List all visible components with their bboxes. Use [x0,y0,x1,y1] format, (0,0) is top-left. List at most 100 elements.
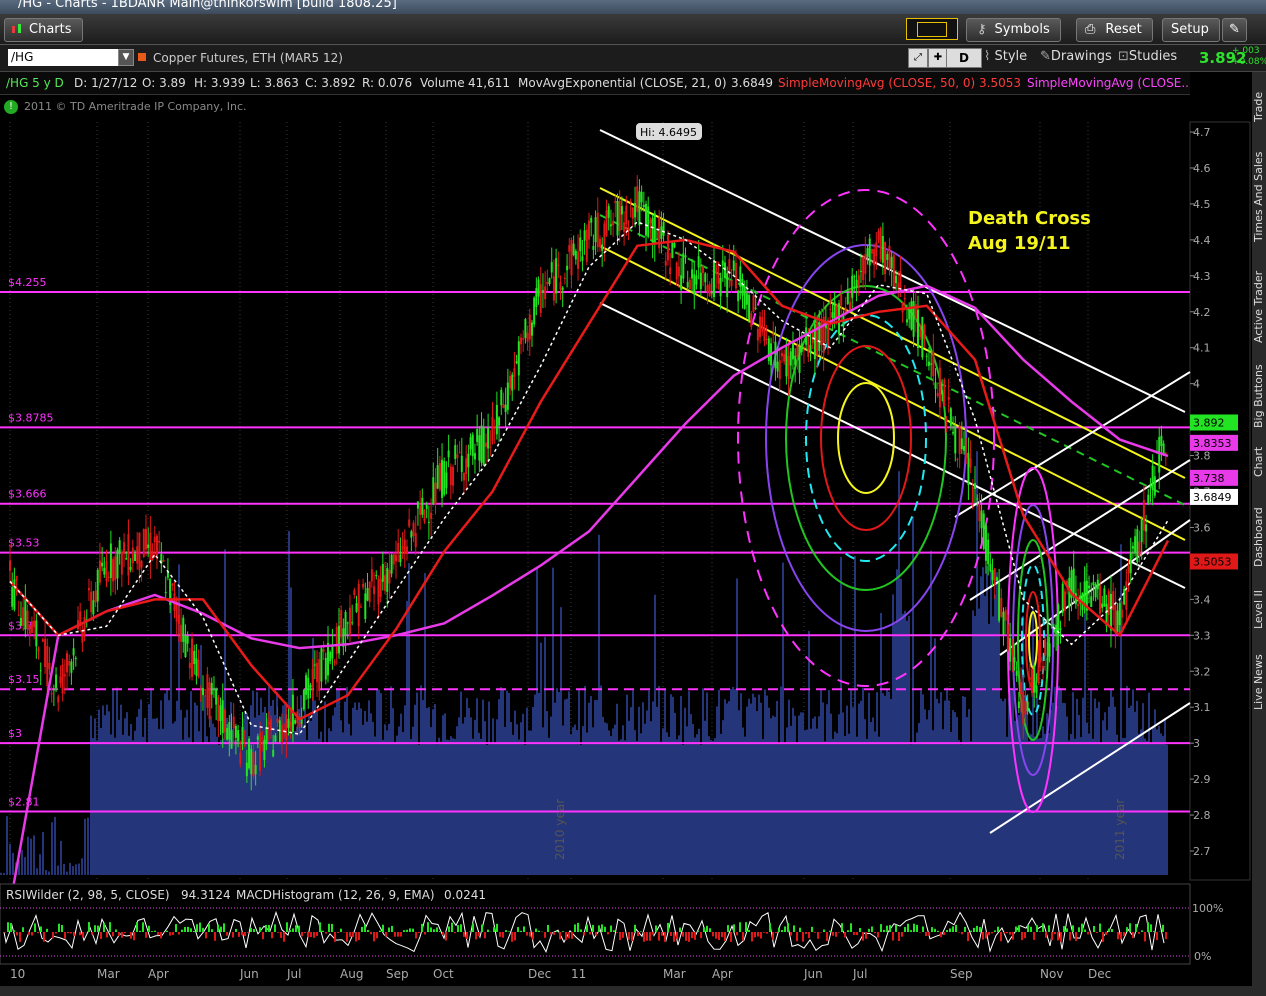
macd-histogram-bar [961,932,963,935]
macd-histogram-bar [1126,927,1128,932]
candle-body [35,620,38,647]
volume-bar [618,740,620,875]
volume-bar [502,689,504,875]
side-tab-active-trader[interactable]: Active Trader [1252,262,1266,352]
candle-body [254,765,257,775]
macd-histogram-bar [742,932,744,941]
macd-histogram-bar [907,923,909,932]
charts-tab[interactable]: Charts [4,18,83,42]
death-cross-label: Death Cross [968,208,1091,229]
candle-body [1145,524,1148,532]
reset-button[interactable]: ⎙ Reset [1076,18,1153,42]
volume-bar [424,573,426,875]
volume-bar [836,733,838,875]
drawings-button[interactable]: ✎Drawings [1040,48,1112,66]
candle-body [19,617,22,627]
volume-bar [486,744,488,875]
horizontal-scrollbar[interactable] [0,986,1252,996]
candle-body [1090,596,1093,608]
candle-body [846,292,849,305]
candle-body [809,344,812,352]
candle-body [116,549,119,579]
volume-bar [54,816,56,875]
volume-bar [386,730,388,875]
candle-body [346,622,349,624]
volume-bar [606,723,608,875]
candle-body [241,726,244,743]
side-tab-big-buttons[interactable]: Big Buttons [1252,362,1266,430]
macd-histogram-bar [700,932,702,939]
side-tab-level-ii[interactable]: Level II [1252,582,1266,637]
macd-histogram-bar [463,932,465,937]
macd-histogram-bar [958,932,960,933]
volume-bar [84,818,86,875]
candle-body [123,542,126,553]
symbol-dropdown-icon[interactable]: ▼ [118,49,134,66]
macd-histogram-bar [1063,926,1065,932]
macd-histogram-bar [97,925,99,932]
volume-bar [366,721,368,875]
style-button[interactable]: ⌇ Style [984,48,1027,66]
volume-bar [974,615,976,875]
macd-histogram-bar [412,928,414,932]
macd-histogram-bar [982,932,984,940]
macd-histogram-bar [724,932,726,941]
macd-histogram-bar [442,932,444,935]
studies-button[interactable]: ⊡Studies [1118,48,1177,66]
candle-body [1131,546,1134,549]
volume-bar [884,695,886,875]
volume-bar [610,736,612,875]
volume-bar [666,732,668,875]
period-button[interactable]: D [946,48,982,68]
macd-histogram-bar [151,931,153,932]
volume-bar [928,710,930,875]
link-indicator[interactable] [906,18,958,40]
symbols-button[interactable]: ⚷ Symbols [966,18,1061,42]
volume-bar [568,691,570,875]
macd-histogram-bar [496,923,498,932]
macd-histogram-bar [757,932,759,937]
side-tab-dashboard[interactable]: Dashboard [1252,502,1266,572]
candle-body [377,578,380,605]
candle-body [425,504,428,509]
candle-body [155,535,158,556]
macd-histogram-bar [1042,923,1044,932]
symbol-input[interactable]: /HG [8,49,118,66]
death-cross-date: Aug 19/11 [968,233,1071,254]
pin-icon[interactable]: ✎ [1222,18,1247,42]
candle-body [373,586,376,595]
candle-body [539,284,542,313]
macd-histogram-bar [367,929,369,932]
volume-bar [1076,698,1078,875]
macd-histogram-bar [673,932,675,942]
y-tick-label: 4.2 [1193,306,1211,319]
macd-label: MACDHistogram (12, 26, 9, EMA) [236,888,435,902]
macd-histogram-bar [748,929,750,932]
crosshair-icon[interactable]: ✚ [928,48,948,68]
side-tab-chart[interactable]: Chart [1252,437,1266,487]
zoom-icon[interactable]: ⤢ [908,48,928,68]
price-chart[interactable]: $4.255$3.8785$3.666$3.53$3.3$3.15$3$2.81… [0,72,1252,986]
macd-histogram-bar [544,932,546,938]
volume-bar [182,739,184,875]
candle-body [302,689,305,710]
side-tab-live-news[interactable]: Live News [1252,647,1266,717]
candle-body [1129,553,1132,573]
volume-bar [336,688,338,875]
candle-body [697,256,700,268]
candle-body [715,264,718,273]
volume-bar [494,743,496,875]
candle-body [256,736,259,740]
macd-histogram-bar [484,932,486,939]
candle-body [335,626,338,654]
volume-bar [1104,712,1106,875]
macd-histogram-bar [328,923,330,932]
setup-button[interactable]: Setup [1162,18,1220,42]
volume-bar [654,594,656,875]
side-tab-trade[interactable]: Trade [1252,82,1266,132]
candle-body [509,375,512,389]
candle-body [202,688,204,696]
candle-body [756,329,759,341]
side-tab-times-and-sales[interactable]: Times And Sales [1252,142,1266,252]
volume-bar [798,715,800,875]
